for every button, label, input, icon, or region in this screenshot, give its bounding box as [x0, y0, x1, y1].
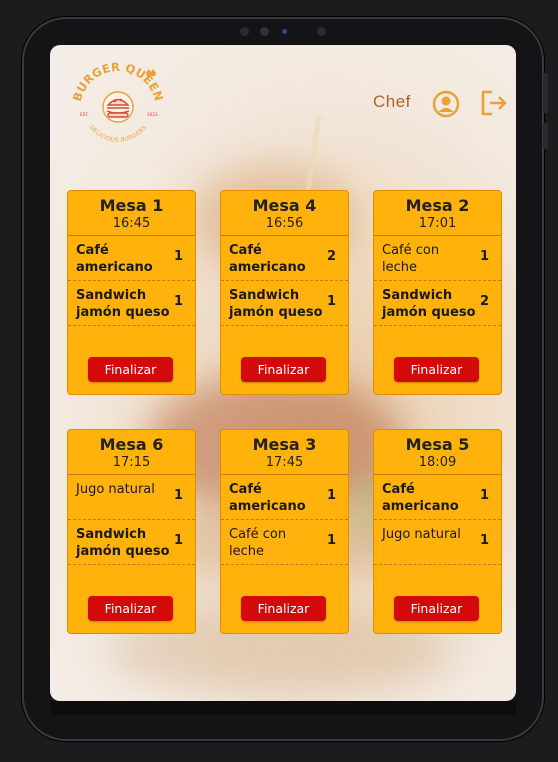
order-items: Café americano 1 Sandwich jamón queso 1: [68, 236, 195, 326]
item-quantity: 1: [173, 488, 183, 503]
order-card-header: Mesa 4 16:56: [221, 191, 348, 236]
order-items: Café americano 1 Café con leche 1: [221, 475, 348, 565]
item-name: Café americano: [76, 243, 153, 275]
order-time: 17:45: [265, 455, 304, 470]
side-button: [543, 73, 548, 113]
order-card: Mesa 3 17:45 Café americano 1 Café con lec…: [220, 429, 349, 634]
item-quantity: 2: [326, 249, 336, 264]
table-name: Mesa 3: [252, 435, 317, 454]
order-card: Mesa 4 16:56 Café americano 2 Sandwich jam…: [220, 190, 349, 395]
order-card-header: Mesa 3 17:45: [221, 430, 348, 475]
order-card-header: Mesa 2 17:01: [374, 191, 501, 236]
order-item: Jugo natural 1: [374, 520, 501, 565]
order-item: Café americano 1: [374, 475, 501, 520]
tablet-frame: BURGER QUEEN DELICIOUS BURGERS EST. 2023…: [22, 17, 548, 741]
table-name: Mesa 2: [405, 196, 470, 215]
sensor-icon: [317, 27, 326, 36]
screen-bezel: [50, 701, 516, 715]
order-card-header: Mesa 1 16:45: [68, 191, 195, 236]
finalize-button[interactable]: Finalizar: [88, 596, 173, 621]
item-name: Jugo natural: [382, 527, 461, 542]
item-name: Jugo natural: [76, 482, 155, 497]
burger-icon: [102, 91, 134, 123]
order-time: 17:01: [418, 216, 457, 231]
sensor-icon: [260, 27, 269, 36]
finalize-button[interactable]: Finalizar: [88, 357, 173, 382]
table-name: Mesa 5: [405, 435, 470, 454]
order-item: Café americano 1: [68, 236, 195, 281]
finalize-button[interactable]: Finalizar: [241, 596, 326, 621]
order-item: Café americano 2: [221, 236, 348, 281]
order-card: Mesa 1 16:45 Café americano 1 Sandwich jam…: [67, 190, 196, 395]
order-time: 17:15: [112, 455, 151, 470]
table-name: Mesa 4: [252, 196, 317, 215]
order-items: Café americano 1 Jugo natural 1: [374, 475, 501, 565]
logo-est-label: EST.: [80, 112, 89, 117]
item-quantity: 1: [479, 533, 489, 548]
item-name: Café americano: [382, 482, 459, 514]
order-time: 16:56: [265, 216, 304, 231]
finalize-button[interactable]: Finalizar: [241, 357, 326, 382]
camera-icon: [240, 27, 249, 36]
finalize-button[interactable]: Finalizar: [394, 596, 479, 621]
item-name: Sandwich jamón queso: [76, 527, 170, 559]
order-time: 16:45: [112, 216, 151, 231]
item-quantity: 1: [326, 488, 336, 503]
logout-icon[interactable]: [480, 89, 508, 117]
table-name: Mesa 6: [99, 435, 164, 454]
order-item: Jugo natural 1: [68, 475, 195, 520]
indicator-light-icon: [282, 29, 287, 34]
order-card-header: Mesa 5 18:09: [374, 430, 501, 475]
item-name: Sandwich jamón queso: [76, 288, 170, 320]
order-items: Café americano 2 Sandwich jamón queso 1: [221, 236, 348, 326]
role-label: Chef: [373, 92, 411, 111]
order-item: Sandwich jamón queso 1: [221, 281, 348, 326]
order-item: Sandwich jamón queso 2: [374, 281, 501, 326]
side-button: [543, 123, 548, 149]
item-name: Sandwich jamón queso: [229, 288, 323, 320]
order-item: Café con leche 1: [374, 236, 501, 281]
order-items: Jugo natural 1 Sandwich jamón queso 1: [68, 475, 195, 565]
item-name: Café americano: [229, 243, 306, 275]
item-quantity: 2: [479, 294, 489, 309]
item-name: Café americano: [229, 482, 306, 514]
order-item: Sandwich jamón queso 1: [68, 520, 195, 565]
item-quantity: 1: [173, 249, 183, 264]
item-quantity: 1: [326, 533, 336, 548]
order-card: Mesa 6 17:15 Jugo natural 1 Sandwich jamón…: [67, 429, 196, 634]
logo-subtitle: DELICIOUS BURGERS: [88, 125, 148, 144]
item-quantity: 1: [173, 294, 183, 309]
order-card: Mesa 5 18:09 Café americano 1 Jugo natural…: [373, 429, 502, 634]
item-quantity: 1: [173, 533, 183, 548]
table-name: Mesa 1: [99, 196, 164, 215]
item-quantity: 1: [326, 294, 336, 309]
order-item: Café americano 1: [221, 475, 348, 520]
order-time: 18:09: [418, 455, 457, 470]
user-icon[interactable]: [432, 90, 460, 118]
order-card-header: Mesa 6 17:15: [68, 430, 195, 475]
svg-text:DELICIOUS BURGERS: DELICIOUS BURGERS: [88, 125, 148, 144]
app-screen: BURGER QUEEN DELICIOUS BURGERS EST. 2023…: [50, 45, 516, 701]
item-quantity: 1: [479, 488, 489, 503]
item-quantity: 1: [479, 249, 489, 264]
order-card: Mesa 2 17:01 Café con leche 1 Sandwich jam…: [373, 190, 502, 395]
order-item: Café con leche 1: [221, 520, 348, 565]
finalize-button[interactable]: Finalizar: [394, 357, 479, 382]
order-item: Sandwich jamón queso 1: [68, 281, 195, 326]
item-name: Sandwich jamón queso: [382, 288, 476, 320]
item-name: Café con leche: [382, 243, 440, 275]
burger-queen-logo: BURGER QUEEN DELICIOUS BURGERS EST. 2023…: [70, 60, 166, 144]
order-items: Café con leche 1 Sandwich jamón queso 2: [374, 236, 501, 326]
item-name: Café con leche: [229, 527, 287, 559]
logo-year-label: 2023.: [147, 112, 159, 117]
